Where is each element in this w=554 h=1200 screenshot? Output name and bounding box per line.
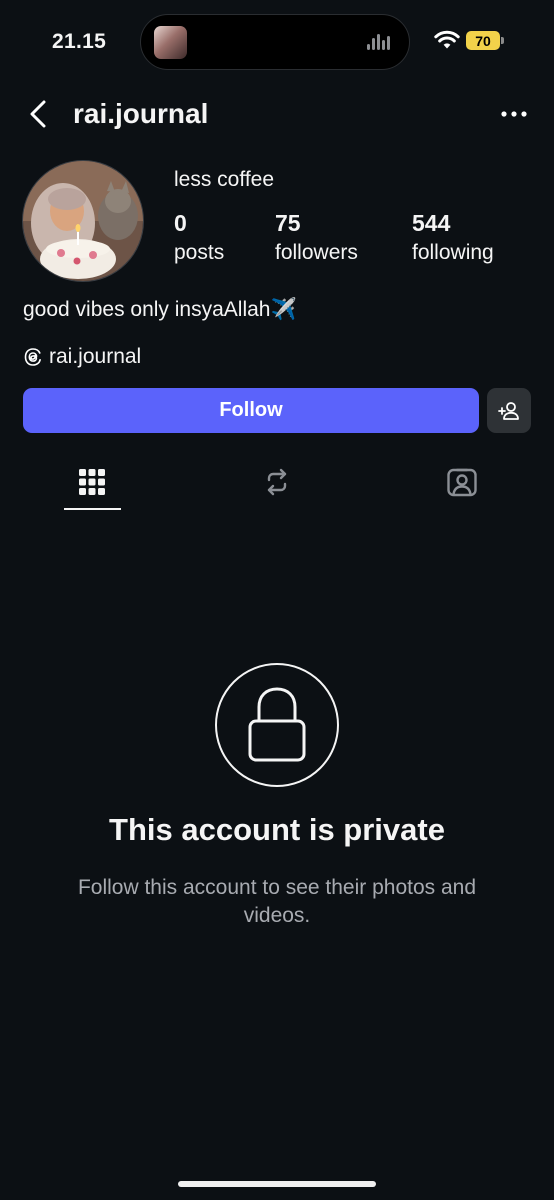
more-horizontal-icon[interactable]	[498, 104, 530, 124]
posts-count-label: posts	[174, 241, 225, 264]
lock-icon	[248, 687, 306, 762]
following-count-label: following	[412, 241, 494, 264]
page-title: rai.journal	[73, 98, 209, 129]
battery-tip	[501, 37, 504, 44]
threads-handle: rai.journal	[49, 345, 142, 368]
follow-button[interactable]: Follow	[23, 388, 479, 433]
following-count-value: 544	[412, 210, 451, 236]
private-account-title: This account is private	[109, 812, 445, 847]
battery-indicator: 70	[466, 31, 500, 50]
display-name: less coffee	[174, 168, 275, 191]
avatar-photo	[23, 161, 143, 281]
lock-badge	[215, 663, 339, 787]
posts-count[interactable]: 0 posts	[174, 210, 224, 265]
audio-waveform-icon	[367, 33, 391, 53]
tab-reposts[interactable]	[257, 462, 297, 502]
following-count[interactable]: 544 following	[412, 210, 494, 265]
profile-screen: 21.15 70 rai.journal less coffee 0 posts…	[0, 0, 554, 1200]
chevron-left-icon[interactable]	[24, 96, 54, 132]
dynamic-island[interactable]	[140, 14, 410, 70]
followers-count-label: followers	[275, 241, 358, 264]
private-account-subtitle: Follow this account to see their photos …	[77, 876, 477, 927]
posts-count-value: 0	[174, 210, 187, 236]
grid-icon	[79, 469, 105, 495]
add-person-icon	[498, 401, 519, 420]
followers-count[interactable]: 75 followers	[275, 210, 358, 265]
avatar[interactable]	[22, 160, 144, 282]
suggested-accounts-button[interactable]	[487, 388, 531, 433]
now-playing-artwork	[154, 26, 187, 59]
tab-posts-grid[interactable]	[72, 462, 112, 502]
tagged-person-icon	[447, 468, 477, 497]
status-time: 21.15	[52, 30, 107, 53]
home-indicator[interactable]	[178, 1181, 376, 1187]
threads-profile-link[interactable]: rai.journal	[23, 345, 141, 369]
active-tab-indicator	[64, 508, 121, 510]
threads-icon	[24, 348, 41, 366]
reels-repost-icon	[267, 468, 287, 496]
tab-tagged[interactable]	[442, 462, 482, 502]
wifi-icon	[434, 30, 460, 49]
bio-text: good vibes only insyaAllah✈️	[23, 298, 297, 321]
followers-count-value: 75	[275, 210, 301, 236]
